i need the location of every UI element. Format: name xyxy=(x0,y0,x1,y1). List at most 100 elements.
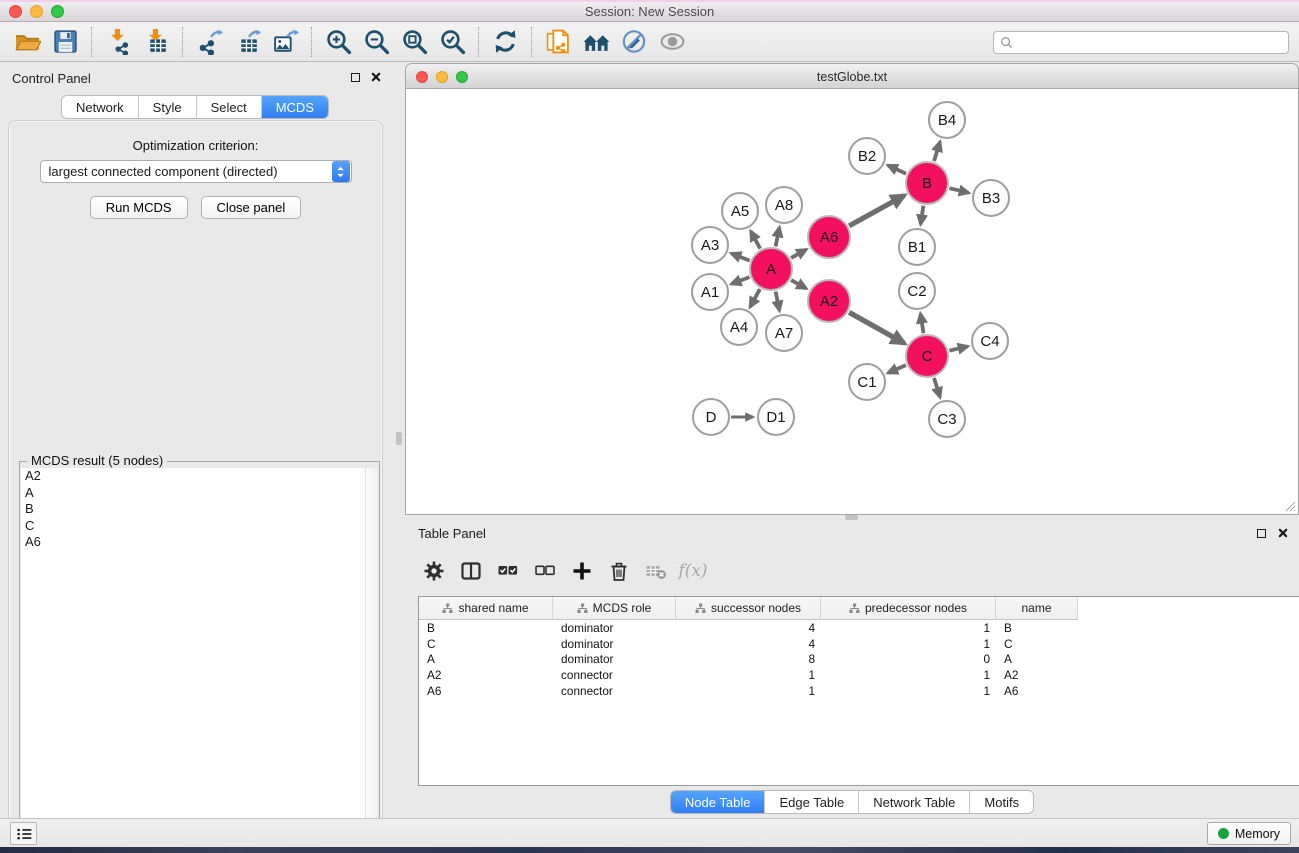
graph-node-A3[interactable]: A3 xyxy=(692,227,728,263)
result-item[interactable]: A2 xyxy=(21,468,365,485)
resize-grip-icon[interactable] xyxy=(1282,498,1296,512)
vertical-splitter-handle[interactable] xyxy=(396,432,402,445)
table-cell[interactable]: 1 xyxy=(821,667,996,683)
float-table-panel-icon[interactable] xyxy=(1255,527,1267,539)
graph-edge-C-C1[interactable] xyxy=(888,365,906,373)
delete-table-button[interactable] xyxy=(642,556,670,586)
task-history-button[interactable] xyxy=(10,822,37,845)
graph-node-B4[interactable]: B4 xyxy=(929,102,965,138)
graph-edge-A-A1[interactable] xyxy=(732,277,750,284)
home-search-button[interactable] xyxy=(577,25,615,59)
tab-style[interactable]: Style xyxy=(138,96,196,118)
column-header-shared-name[interactable]: shared name xyxy=(419,597,553,620)
table-cell[interactable]: dominator xyxy=(553,620,676,636)
result-item[interactable]: A xyxy=(21,485,365,502)
network-graph[interactable]: B4B2BB3A5A8A6A3B1AA1C2A2A4A7CC4C1C3DD1 xyxy=(406,89,1298,513)
table-cell[interactable]: A xyxy=(996,652,1078,668)
tab-motifs[interactable]: Motifs xyxy=(969,791,1033,813)
network-canvas[interactable]: B4B2BB3A5A8A6A3B1AA1C2A2A4A7CC4C1C3DD1 xyxy=(405,89,1299,515)
zoom-out-button[interactable] xyxy=(357,25,395,59)
result-list-scrollbar[interactable] xyxy=(365,468,378,853)
graph-node-C[interactable]: C xyxy=(906,335,948,377)
graph-node-A4[interactable]: A4 xyxy=(721,309,757,345)
graph-edge-A-A6[interactable] xyxy=(791,250,806,258)
tab-network[interactable]: Network xyxy=(62,96,138,118)
graph-edge-A-A4[interactable] xyxy=(750,289,760,307)
search-input[interactable] xyxy=(1013,33,1288,52)
network-window-titlebar[interactable]: testGlobe.txt xyxy=(405,63,1299,89)
graph-edge-A-A3[interactable] xyxy=(731,253,749,260)
graph-node-C1[interactable]: C1 xyxy=(849,364,885,400)
tab-edge-table[interactable]: Edge Table xyxy=(764,791,858,813)
delete-column-button[interactable] xyxy=(605,556,633,586)
graph-edge-C-C3[interactable] xyxy=(934,378,940,397)
zoom-in-button[interactable] xyxy=(319,25,357,59)
graph-edge-A-A8[interactable] xyxy=(776,228,780,247)
table-cell[interactable]: 4 xyxy=(676,636,821,652)
column-header-MCDS-role[interactable]: MCDS role xyxy=(553,597,676,620)
table-mode-button[interactable] xyxy=(457,556,485,586)
zoom-fit-button[interactable] xyxy=(395,25,433,59)
table-cell[interactable]: C xyxy=(419,636,553,652)
table-cell[interactable]: A6 xyxy=(419,683,553,699)
graph-node-A[interactable]: A xyxy=(750,248,792,290)
table-cell[interactable]: A xyxy=(419,652,553,668)
table-row[interactable]: A2connector11A2 xyxy=(419,667,1299,683)
function-builder-button[interactable]: f(x) xyxy=(679,556,707,586)
search-box[interactable] xyxy=(993,31,1289,54)
graph-node-A7[interactable]: A7 xyxy=(766,315,802,351)
zoom-selected-button[interactable] xyxy=(433,25,471,59)
graph-edge-B-B4[interactable] xyxy=(934,142,940,161)
graph-edge-A2-C[interactable] xyxy=(849,312,904,343)
table-cell[interactable]: 1 xyxy=(821,620,996,636)
table-row[interactable]: Cdominator41C xyxy=(419,636,1299,652)
table-cell[interactable]: connector xyxy=(553,683,676,699)
tab-network-table[interactable]: Network Table xyxy=(858,791,969,813)
graph-node-A2[interactable]: A2 xyxy=(808,280,850,322)
graph-node-C2[interactable]: C2 xyxy=(899,273,935,309)
graph-node-A8[interactable]: A8 xyxy=(766,187,802,223)
graph-node-C4[interactable]: C4 xyxy=(972,323,1008,359)
table-cell[interactable]: dominator xyxy=(553,636,676,652)
table-cell[interactable]: connector xyxy=(553,667,676,683)
tab-node-table[interactable]: Node Table xyxy=(671,791,765,813)
table-cell[interactable]: A2 xyxy=(419,667,553,683)
close-table-panel-icon[interactable] xyxy=(1277,527,1289,539)
open-session-button[interactable] xyxy=(8,25,46,59)
column-header-predecessor-nodes[interactable]: predecessor nodes xyxy=(821,597,996,620)
table-cell[interactable]: A6 xyxy=(996,683,1078,699)
import-table-button[interactable] xyxy=(137,25,175,59)
graph-edge-B-B2[interactable] xyxy=(888,165,906,173)
select-all-button[interactable] xyxy=(494,556,522,586)
table-cell[interactable]: C xyxy=(996,636,1078,652)
graph-node-D[interactable]: D xyxy=(693,399,729,435)
table-cell[interactable]: B xyxy=(996,620,1078,636)
table-cell[interactable]: 8 xyxy=(676,652,821,668)
tab-select[interactable]: Select xyxy=(196,96,261,118)
export-network-button[interactable] xyxy=(190,25,228,59)
result-item[interactable]: A6 xyxy=(21,534,365,551)
graph-edge-A-A2[interactable] xyxy=(791,280,806,288)
float-panel-icon[interactable] xyxy=(349,71,361,83)
run-mcds-button[interactable]: Run MCDS xyxy=(90,196,188,219)
graph-node-A1[interactable]: A1 xyxy=(692,274,728,310)
graph-node-B2[interactable]: B2 xyxy=(849,138,885,174)
memory-button[interactable]: Memory xyxy=(1207,822,1291,845)
graph-edge-C-C2[interactable] xyxy=(921,314,924,334)
table-cell[interactable]: 1 xyxy=(821,683,996,699)
table-row[interactable]: Adominator80A xyxy=(419,652,1299,668)
table-row[interactable]: A6connector11A6 xyxy=(419,683,1299,699)
close-panel-button[interactable]: Close panel xyxy=(201,196,302,219)
tab-mcds[interactable]: MCDS xyxy=(261,96,328,118)
export-image-button[interactable] xyxy=(266,25,304,59)
table-cell[interactable]: 1 xyxy=(676,683,821,699)
network-from-file-button[interactable] xyxy=(539,25,577,59)
hide-annotations-button[interactable] xyxy=(615,25,653,59)
graph-node-A5[interactable]: A5 xyxy=(722,193,758,229)
close-panel-icon[interactable] xyxy=(370,71,382,83)
add-column-button[interactable] xyxy=(568,556,596,586)
graph-edge-B-B1[interactable] xyxy=(921,206,924,225)
column-header-successor-nodes[interactable]: successor nodes xyxy=(676,597,821,620)
table-settings-button[interactable] xyxy=(420,556,448,586)
import-network-button[interactable] xyxy=(99,25,137,59)
